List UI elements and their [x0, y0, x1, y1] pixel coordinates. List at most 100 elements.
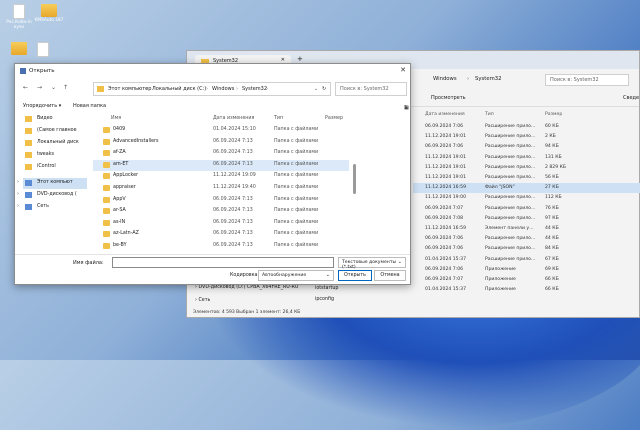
- folder-icon: [103, 208, 110, 215]
- list-item[interactable]: az-Latn-AZ 06.09.2024 7:13 Папка с файлами: [93, 229, 349, 240]
- status-bar: Элементов: 4 593 Выбран 1 элемент: 26,4 …: [193, 310, 301, 315]
- header-date[interactable]: Дата изменения: [425, 112, 465, 117]
- header-name[interactable]: Имя: [111, 116, 121, 121]
- header-type[interactable]: Тип: [274, 116, 283, 121]
- breadcrumb-disk[interactable]: Локальный диск (C:): [152, 86, 206, 92]
- list-item[interactable]: AppV 06.09.2024 7:13 Папка с файлами: [93, 195, 349, 206]
- table-row[interactable]: 11.12.2024 19:01 Расширение прило... 131 К…: [413, 153, 640, 163]
- cell-size: 97 КБ: [545, 215, 559, 221]
- folder-icon: [41, 4, 57, 17]
- new-folder-button[interactable]: Новая папка: [73, 103, 106, 109]
- nav-network[interactable]: › Сеть: [195, 298, 210, 303]
- vertical-scrollbar[interactable]: [352, 124, 357, 252]
- organize-button[interactable]: Упорядочить ▾: [23, 103, 61, 109]
- file-ipconfig[interactable]: ipconfig: [315, 297, 334, 302]
- table-row[interactable]: 11.12.2024 16:59 Элемент панели у... 44 КБ: [413, 224, 640, 234]
- folder-icon: [25, 152, 32, 158]
- breadcrumb-system32[interactable]: System32: [475, 76, 502, 82]
- chevron-right-icon[interactable]: ›: [17, 191, 19, 197]
- table-row[interactable]: 06.09.2024 7:06 Расширение прило... 94 КБ: [413, 142, 640, 152]
- cell-size: 112 КБ: [545, 195, 562, 201]
- table-row[interactable]: 06.09.2024 7:06 Расширение прило... 84 КБ: [413, 244, 640, 254]
- filename-input[interactable]: [112, 257, 334, 268]
- list-item[interactable]: AppLocker 11.12.2024 19:09 Папка с файлами: [93, 171, 349, 182]
- list-item[interactable]: af-ZA 06.09.2024 7:13 Папка с файлами: [93, 148, 349, 159]
- chevron-down-icon[interactable]: ⌄: [51, 84, 56, 91]
- table-row[interactable]: 11.12.2024 16:59 Файл "JSON" 27 КБ: [413, 183, 640, 194]
- folder-icon: [103, 127, 110, 133]
- refresh-icon[interactable]: ↻: [322, 86, 326, 92]
- sidebar-item-tweaks[interactable]: tweaks: [23, 150, 87, 161]
- list-item[interactable]: as-IN 06.09.2024 7:13 Папка с файлами: [93, 218, 349, 229]
- divider: [15, 254, 410, 255]
- open-button[interactable]: Открыть: [338, 270, 372, 281]
- desktop-icon-2[interactable]: KMSAuto.187: [32, 4, 66, 23]
- table-row[interactable]: 11.12.2024 19:01 Расширение прило... 2 КБ: [413, 132, 640, 142]
- list-item[interactable]: ar-SA 06.09.2024 7:13 Папка с файлами: [93, 206, 349, 217]
- cell-name: as-IN: [113, 219, 126, 225]
- breadcrumb-windows[interactable]: Windows: [212, 86, 234, 92]
- forward-icon[interactable]: →: [37, 84, 42, 91]
- cell-name: am-ET: [113, 161, 129, 167]
- chevron-right-icon[interactable]: ›: [17, 179, 19, 185]
- list-item[interactable]: AdvancedInstallers 06.09.2024 7:13 Папка с…: [93, 137, 349, 148]
- up-icon[interactable]: ↑: [63, 84, 68, 91]
- table-row[interactable]: 06.09.2024 7:07 Расширение прило... 76 КБ: [413, 204, 640, 214]
- folder-icon: [103, 185, 110, 191]
- chevron-right-icon: ›: [206, 86, 208, 92]
- sidebar-item-video[interactable]: Видео: [23, 114, 87, 125]
- cancel-button[interactable]: Отмена: [374, 270, 406, 281]
- search-input[interactable]: Поиск в: System32: [545, 74, 629, 86]
- chevron-right-icon: ›: [266, 86, 268, 92]
- table-row[interactable]: 11.12.2024 19:01 Расширение прило... 2 829…: [413, 163, 640, 173]
- table-row[interactable]: 06.09.2024 7:08 Расширение прило... 97 КБ: [413, 214, 640, 224]
- header-size[interactable]: Размер: [325, 116, 343, 121]
- sidebar-item-this-pc[interactable]: › Этот компьют: [17, 178, 87, 189]
- sidebar-item-dvd[interactable]: › DVD-дисковод (: [17, 190, 87, 201]
- header-size[interactable]: Размер: [545, 112, 562, 117]
- folder-icon: [103, 138, 110, 145]
- table-row[interactable]: 06.09.2024 7:07 Приложение 66 КБ: [413, 275, 640, 285]
- table-row[interactable]: 01.04.2024 15:37 Расширение прило... 67 КБ: [413, 255, 640, 265]
- cell-type: Папка с файлами: [274, 127, 319, 132]
- sidebar-item-icontrol[interactable]: iControl: [23, 162, 87, 173]
- nav-dvd[interactable]: › DVD-дисковод (D:) CPBA_X64FRE_RU-RU: [195, 285, 298, 290]
- list-item[interactable]: am-ET 06.09.2024 7:13 Папка с файлами: [93, 159, 349, 171]
- desktop-icon-4[interactable]: [26, 42, 60, 58]
- sidebar-item-local-disk[interactable]: Локальный диск: [23, 138, 87, 149]
- new-tab-icon[interactable]: +: [297, 55, 303, 63]
- table-row[interactable]: 11.12.2024 19:01 Расширение прило... 56 КБ: [413, 173, 640, 183]
- help-icon[interactable]: ?: [404, 105, 407, 111]
- chevron-down-icon[interactable]: ⌄: [314, 86, 318, 92]
- nav-label: Сеть: [198, 298, 211, 303]
- table-row[interactable]: 06.09.2024 7:06 Приложение 69 КБ: [413, 265, 640, 275]
- table-row[interactable]: 11.12.2024 19:00 Расширение прило... 112 К…: [413, 193, 640, 203]
- table-row[interactable]: 06.09.2024 7:06 Расширение прило... 44 КБ: [413, 234, 640, 244]
- file-iotstartup[interactable]: iotstartup: [315, 286, 338, 291]
- view-button[interactable]: Просмотреть: [431, 95, 466, 101]
- filename-label: Имя файла:: [73, 260, 104, 266]
- encoding-select[interactable]: Автообнаружение ⌄: [258, 270, 334, 281]
- breadcrumb-pc[interactable]: Этот компьютер: [108, 86, 151, 92]
- list-item[interactable]: appraiser 11.12.2024 19:40 Папка с файлами: [93, 183, 349, 194]
- table-row[interactable]: 01.04.2024 15:37 Приложение 66 КБ: [413, 285, 640, 295]
- breadcrumb-system32[interactable]: System32: [242, 86, 267, 92]
- search-input[interactable]: Поиск в: System32: [335, 82, 407, 96]
- list-item[interactable]: 0409 01.04.2024 15:10 Папка с файлами: [93, 125, 349, 136]
- back-icon[interactable]: ←: [23, 84, 28, 91]
- list-item[interactable]: be-BY 06.09.2024 7:13 Папка с файлами: [93, 241, 349, 252]
- pc-icon: [25, 180, 32, 186]
- desktop-icon-1[interactable]: Рес.Кобн-in кучн: [2, 4, 36, 30]
- scrollbar-thumb[interactable]: [353, 164, 356, 194]
- file-type-select[interactable]: Текстовые документы (*.txt) ⌄: [338, 257, 406, 270]
- table-row[interactable]: 06.09.2024 7:06 Расширение прило... 60 КБ: [413, 122, 640, 132]
- sidebar-item-main[interactable]: (Самое главное: [23, 126, 87, 137]
- close-icon[interactable]: ✕: [400, 66, 406, 74]
- sidebar-item-network[interactable]: › Сеть: [17, 202, 87, 213]
- header-type[interactable]: Тип: [485, 112, 494, 117]
- details-button[interactable]: Сведе: [623, 95, 639, 101]
- breadcrumb-windows[interactable]: Windows: [433, 76, 457, 82]
- header-date[interactable]: Дата изменения: [213, 116, 254, 121]
- chevron-right-icon[interactable]: ›: [17, 203, 19, 209]
- address-bar[interactable]: Этот компьютер › Локальный диск (C:) › W…: [93, 82, 331, 96]
